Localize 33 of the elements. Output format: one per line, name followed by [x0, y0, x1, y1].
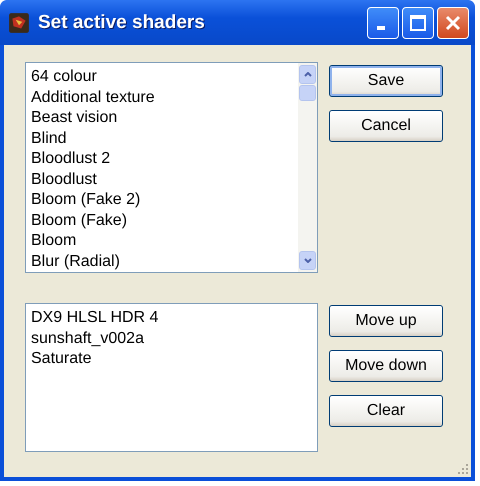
list-item[interactable]: Bloodlust 2	[31, 149, 298, 170]
list-item[interactable]: 64 colour	[31, 67, 298, 88]
window-title: Set active shaders	[38, 12, 206, 34]
list-item[interactable]: Saturate	[31, 349, 317, 370]
list-item[interactable]: Beast vision	[31, 108, 298, 128]
caret-up-icon	[304, 72, 312, 77]
dialog-button[interactable]: Clear	[329, 395, 443, 427]
scroll-thumb[interactable]	[299, 85, 316, 101]
active-shader-list[interactable]: DX9 HLSL HDR 4 sunshaft_v002a Saturate	[25, 303, 318, 452]
app-icon	[8, 12, 30, 34]
list-item[interactable]: Bloom (Fake)	[31, 210, 298, 231]
list-item[interactable]: sunshaft_v002a	[31, 328, 317, 349]
scroll-down-button[interactable]	[299, 251, 316, 270]
dialog-button[interactable]: Move up	[329, 305, 443, 337]
close-button[interactable]	[437, 6, 469, 38]
caret-down-icon	[304, 258, 312, 263]
dialog-button[interactable]: Save	[329, 65, 443, 97]
list-item[interactable]: Blind	[31, 128, 298, 149]
dialog-button[interactable]: Cancel	[329, 110, 443, 142]
list-item[interactable]: DX9 HLSL HDR 4	[31, 308, 317, 328]
minimize-icon	[377, 26, 385, 30]
list-item[interactable]: Bloodlust	[31, 170, 298, 190]
minimize-button[interactable]	[367, 6, 399, 38]
scroll-up-button[interactable]	[299, 65, 316, 84]
list-item[interactable]: Bloom (Fake 2)	[31, 190, 298, 210]
list-item[interactable]: Additional texture	[31, 88, 298, 108]
list-item[interactable]: Blur (Radial)	[31, 252, 298, 272]
dialog-button[interactable]: Move down	[329, 350, 443, 382]
scrollbar[interactable]	[298, 63, 317, 272]
maximize-button[interactable]	[402, 6, 434, 38]
list-item[interactable]: Bloom	[31, 231, 298, 252]
resize-grip-icon[interactable]	[457, 463, 469, 475]
shader-list[interactable]: 64 colour Additional texture Beast vision Blind Bloodlust 2 Bloodlust Bloom (Fake 2) Bloom (Fake) Bloom Blur (Radial)	[25, 62, 318, 273]
